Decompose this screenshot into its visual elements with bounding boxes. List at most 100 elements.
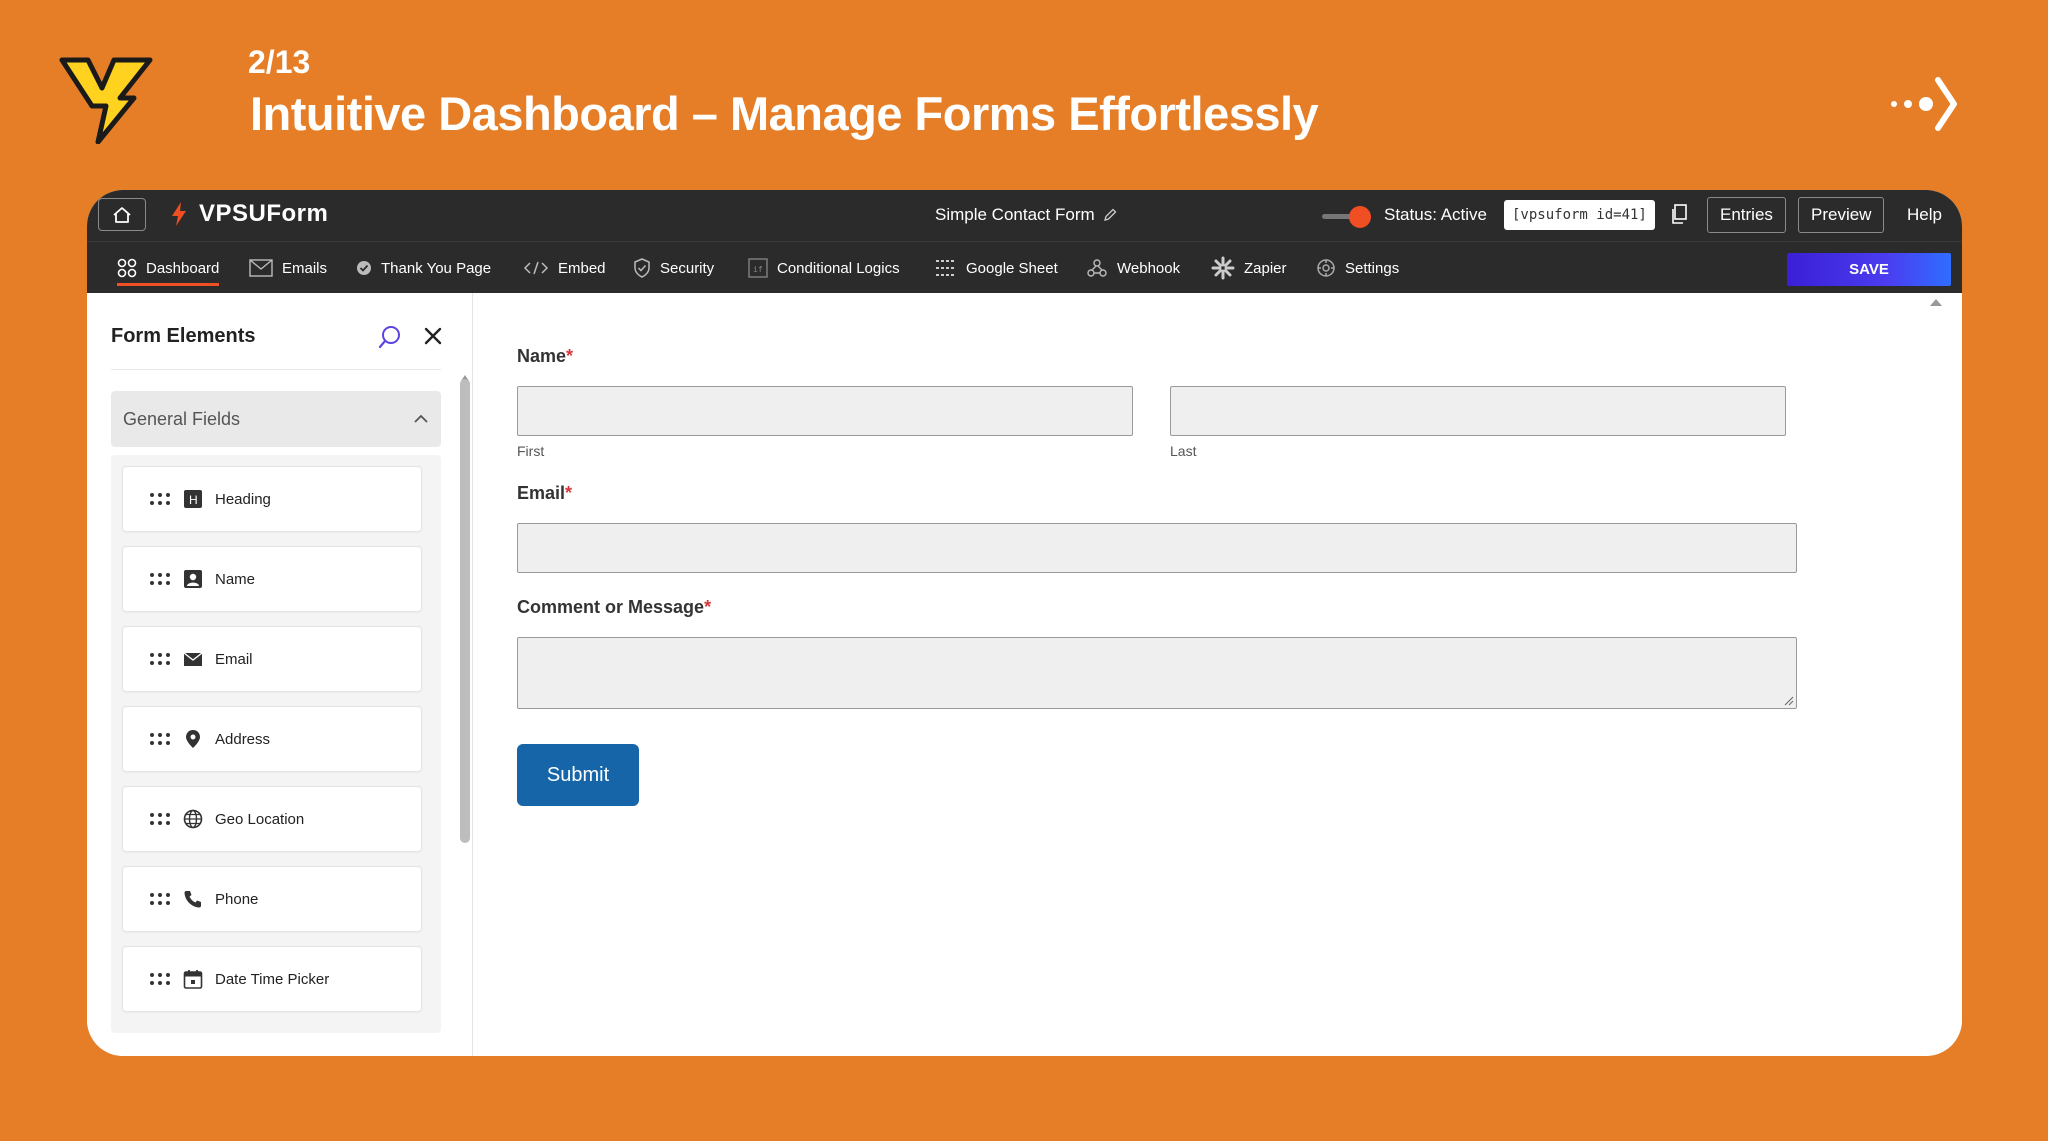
home-button[interactable] <box>98 198 146 231</box>
chevron-up-icon[interactable] <box>413 414 429 424</box>
tab-webhook[interactable]: Webhook <box>1086 242 1180 294</box>
next-arrow-icon[interactable] <box>1888 76 1958 132</box>
drag-handle-icon[interactable] <box>149 812 171 826</box>
required-mark: * <box>566 346 574 366</box>
tab-google-sheet[interactable]: Google Sheet <box>935 242 1058 294</box>
name-label-text: Name <box>517 346 567 366</box>
drag-handle-icon[interactable] <box>149 972 171 986</box>
brand-name: VPSUForm <box>199 200 329 227</box>
copy-icon[interactable] <box>1670 204 1688 226</box>
tab-conditional-logics[interactable]: if Conditional Logics <box>748 242 900 294</box>
sidebar-scroll-thumb[interactable] <box>460 379 470 843</box>
drag-handle-icon[interactable] <box>149 492 171 506</box>
drag-handle-icon[interactable] <box>149 652 171 666</box>
tab-dashboard-label: Dashboard <box>146 259 220 277</box>
top-bar: VPSUForm Simple Contact Form Status: Act… <box>87 190 1962 241</box>
heading-icon: H <box>184 490 202 508</box>
field-address[interactable]: Address <box>122 706 422 772</box>
required-mark: * <box>704 597 712 617</box>
toggle-track <box>1322 214 1352 219</box>
name-field-label: Name* <box>517 346 573 367</box>
shortcode[interactable]: [vpsuform id=41] <box>1504 200 1655 230</box>
resize-handle-icon[interactable] <box>1784 696 1794 706</box>
sidebar-divider <box>111 369 441 370</box>
field-phone-label: Phone <box>215 890 259 908</box>
help-link[interactable]: Help <box>1907 205 1942 225</box>
field-geo-location[interactable]: Geo Location <box>122 786 422 852</box>
message-label-text: Comment or Message <box>517 597 705 617</box>
message-textarea[interactable] <box>517 637 1797 709</box>
search-icon[interactable] <box>377 324 403 350</box>
tab-google-sheet-label: Google Sheet <box>966 259 1058 277</box>
sidebar-title: Form Elements <box>111 325 256 347</box>
home-icon <box>113 206 131 223</box>
shield-icon <box>634 258 650 278</box>
gear-icon <box>1317 259 1335 277</box>
field-name[interactable]: Name <box>122 546 422 612</box>
first-name-input[interactable] <box>517 386 1133 436</box>
webhook-icon <box>1087 259 1107 277</box>
close-icon[interactable] <box>423 326 443 346</box>
svg-text:H: H <box>189 493 198 507</box>
slide-counter: 2/13 <box>248 44 311 80</box>
map-pin-icon <box>186 730 200 748</box>
status-toggle[interactable] <box>1322 204 1374 228</box>
svg-text:if: if <box>753 265 763 274</box>
field-address-label: Address <box>215 730 271 748</box>
field-heading[interactable]: H Heading <box>122 466 422 532</box>
entries-button[interactable]: Entries <box>1707 197 1786 233</box>
scroll-up-icon[interactable] <box>1929 297 1943 307</box>
tab-webhook-label: Webhook <box>1117 259 1181 277</box>
sheet-icon <box>936 260 956 276</box>
tab-emails-label: Emails <box>282 259 328 277</box>
general-fields-group[interactable]: General Fields <box>111 391 441 447</box>
save-button[interactable]: SAVE <box>1787 253 1951 286</box>
first-sub-label: First <box>517 443 545 459</box>
preview-button[interactable]: Preview <box>1798 197 1885 233</box>
tab-thank-you-page[interactable]: Thank You Page <box>356 242 491 294</box>
field-name-label: Name <box>215 570 256 588</box>
field-list: H Heading Name Email Address Geo Locatio… <box>111 455 441 1033</box>
field-date-time-picker-label: Date Time Picker <box>215 970 330 988</box>
form-name-label: Simple Contact Form <box>935 205 1095 224</box>
check-badge-icon <box>357 261 371 275</box>
email-input[interactable] <box>517 523 1797 573</box>
drag-handle-icon[interactable] <box>149 572 171 586</box>
tab-dashboard[interactable]: Dashboard <box>117 242 220 294</box>
vpsuform-logo <box>59 57 153 144</box>
email-label-text: Email <box>517 483 566 503</box>
tab-emails[interactable]: Emails <box>249 242 327 294</box>
tab-conditional-logics-label: Conditional Logics <box>777 259 900 277</box>
tab-settings-label: Settings <box>1345 259 1400 277</box>
submit-button[interactable]: Submit <box>517 744 639 806</box>
zapier-icon <box>1211 256 1235 280</box>
dashboard-icon <box>117 258 137 278</box>
tab-security-label: Security <box>660 259 715 277</box>
nav-bar: Dashboard Emails Thank You Page Embed Se… <box>87 241 1962 293</box>
tab-zapier[interactable]: Zapier <box>1211 242 1287 294</box>
tab-thank-you-page-label: Thank You Page <box>381 259 492 277</box>
app-window: VPSUForm Simple Contact Form Status: Act… <box>87 190 1962 1056</box>
required-mark: * <box>565 483 573 503</box>
toggle-knob <box>1349 206 1371 228</box>
globe-icon <box>183 809 203 829</box>
form-name[interactable]: Simple Contact Form <box>935 205 1117 225</box>
tab-embed[interactable]: Embed <box>523 242 606 294</box>
drag-handle-icon[interactable] <box>149 892 171 906</box>
field-phone[interactable]: Phone <box>122 866 422 932</box>
slide-title: Intuitive Dashboard – Manage Forms Effor… <box>250 87 1319 140</box>
drag-handle-icon[interactable] <box>149 732 171 746</box>
group-label: General Fields <box>123 408 241 429</box>
pencil-icon[interactable] <box>1103 208 1117 222</box>
field-date-time-picker[interactable]: Date Time Picker <box>122 946 422 1012</box>
last-name-input[interactable] <box>1170 386 1786 436</box>
field-email[interactable]: Email <box>122 626 422 692</box>
calendar-icon <box>183 970 203 989</box>
envelope-icon <box>183 652 203 666</box>
tab-security[interactable]: Security <box>633 242 714 294</box>
last-sub-label: Last <box>1170 443 1197 459</box>
phone-icon <box>184 891 201 908</box>
envelope-icon <box>249 259 273 277</box>
tab-settings[interactable]: Settings <box>1316 242 1399 294</box>
code-icon <box>523 261 549 275</box>
